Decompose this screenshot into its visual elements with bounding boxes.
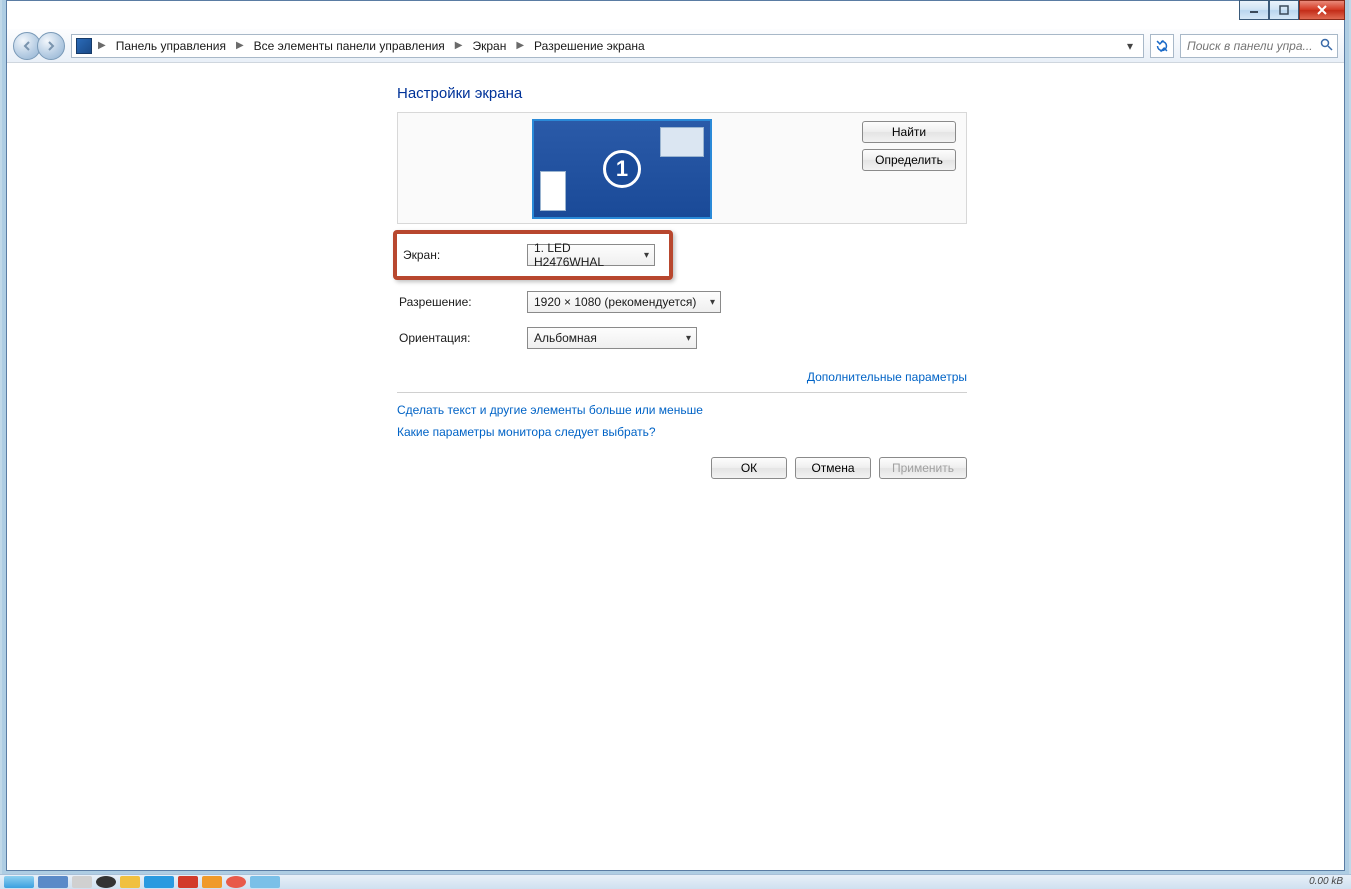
divider: [397, 392, 967, 393]
breadcrumb-separator: ▶: [451, 40, 467, 51]
help-links: Сделать текст и другие элементы больше и…: [397, 403, 1344, 439]
ok-button[interactable]: ОК: [711, 457, 787, 479]
taskbar-item[interactable]: [96, 876, 116, 888]
control-panel-icon: [76, 38, 92, 54]
breadcrumb-item[interactable]: Панель управления: [112, 36, 230, 56]
dialog-buttons: ОК Отмена Применить: [397, 457, 967, 479]
search-input[interactable]: [1185, 38, 1320, 54]
resolution-row: Разрешение: 1920 × 1080 (рекомендуется): [397, 284, 967, 320]
breadcrumb-dropdown[interactable]: ▾: [1121, 39, 1139, 53]
breadcrumb-separator: ▶: [232, 40, 248, 51]
breadcrumb[interactable]: ▶ Панель управления ▶ Все элементы панел…: [71, 34, 1144, 58]
navigation-bar: ▶ Панель управления ▶ Все элементы панел…: [7, 29, 1344, 63]
advanced-settings-link[interactable]: Дополнительные параметры: [807, 370, 967, 384]
find-button[interactable]: Найти: [862, 121, 956, 143]
taskbar-item[interactable]: [38, 876, 68, 888]
orientation-value: Альбомная: [534, 331, 597, 345]
resolution-dropdown[interactable]: 1920 × 1080 (рекомендуется): [527, 291, 721, 313]
resolution-value: 1920 × 1080 (рекомендуется): [534, 295, 696, 309]
identify-button[interactable]: Определить: [862, 149, 956, 171]
window-controls: [1239, 0, 1345, 20]
refresh-button[interactable]: [1150, 34, 1174, 58]
arrow-right-icon: [45, 40, 57, 52]
screen-value: 1. LED H2476WHAL: [534, 241, 636, 269]
refresh-icon: [1155, 39, 1169, 53]
search-icon[interactable]: [1320, 38, 1333, 54]
breadcrumb-item[interactable]: Все элементы панели управления: [250, 36, 449, 56]
taskbar-item[interactable]: [250, 876, 280, 888]
minimize-button[interactable]: [1239, 0, 1269, 20]
settings-form: Экран: 1. LED H2476WHAL Разрешение: 1920…: [397, 230, 967, 356]
resolution-label: Разрешение:: [397, 295, 527, 309]
orientation-row: Ориентация: Альбомная: [397, 320, 967, 356]
search-box[interactable]: [1180, 34, 1338, 58]
preview-window-icon: [540, 171, 566, 211]
orientation-label: Ориентация:: [397, 331, 527, 345]
taskbar[interactable]: [0, 874, 1351, 889]
breadcrumb-separator: ▶: [512, 40, 528, 51]
cancel-button[interactable]: Отмена: [795, 457, 871, 479]
taskbar-item[interactable]: [226, 876, 246, 888]
display-preview-box: 1 Найти Определить: [397, 112, 967, 224]
breadcrumb-item[interactable]: Разрешение экрана: [530, 36, 649, 56]
screen-row-highlighted: Экран: 1. LED H2476WHAL: [393, 230, 673, 280]
nav-history: [13, 32, 65, 60]
taskbar-item[interactable]: [120, 876, 140, 888]
monitor-help-link[interactable]: Какие параметры монитора следует выбрать…: [397, 425, 1344, 439]
monitor-number-badge: 1: [603, 150, 641, 188]
preview-buttons: Найти Определить: [862, 121, 956, 171]
breadcrumb-separator: ▶: [94, 40, 110, 51]
orientation-dropdown[interactable]: Альбомная: [527, 327, 697, 349]
content-area: Настройки экрана 1 Найти Определить Экра…: [7, 63, 1344, 870]
taskbar-item[interactable]: [72, 876, 92, 888]
breadcrumb-item[interactable]: Экран: [468, 36, 510, 56]
preview-window-icon: [660, 127, 704, 157]
screen-dropdown[interactable]: 1. LED H2476WHAL: [527, 244, 655, 266]
screen-label: Экран:: [397, 248, 527, 262]
apply-button[interactable]: Применить: [879, 457, 967, 479]
start-button[interactable]: [4, 876, 34, 888]
forward-button[interactable]: [37, 32, 65, 60]
taskbar-item[interactable]: [202, 876, 222, 888]
taskbar-item[interactable]: [178, 876, 198, 888]
maximize-button[interactable]: [1269, 0, 1299, 20]
text-size-link[interactable]: Сделать текст и другие элементы больше и…: [397, 403, 1344, 417]
close-button[interactable]: [1299, 0, 1345, 20]
network-status: 0.00 kB: [1309, 876, 1343, 887]
advanced-link-row: Дополнительные параметры: [397, 356, 967, 392]
arrow-left-icon: [21, 40, 33, 52]
monitor-preview[interactable]: 1: [532, 119, 712, 219]
taskbar-item[interactable]: [144, 876, 174, 888]
window-frame: ▶ Панель управления ▶ Все элементы панел…: [6, 0, 1345, 871]
page-title: Настройки экрана: [397, 85, 1344, 102]
